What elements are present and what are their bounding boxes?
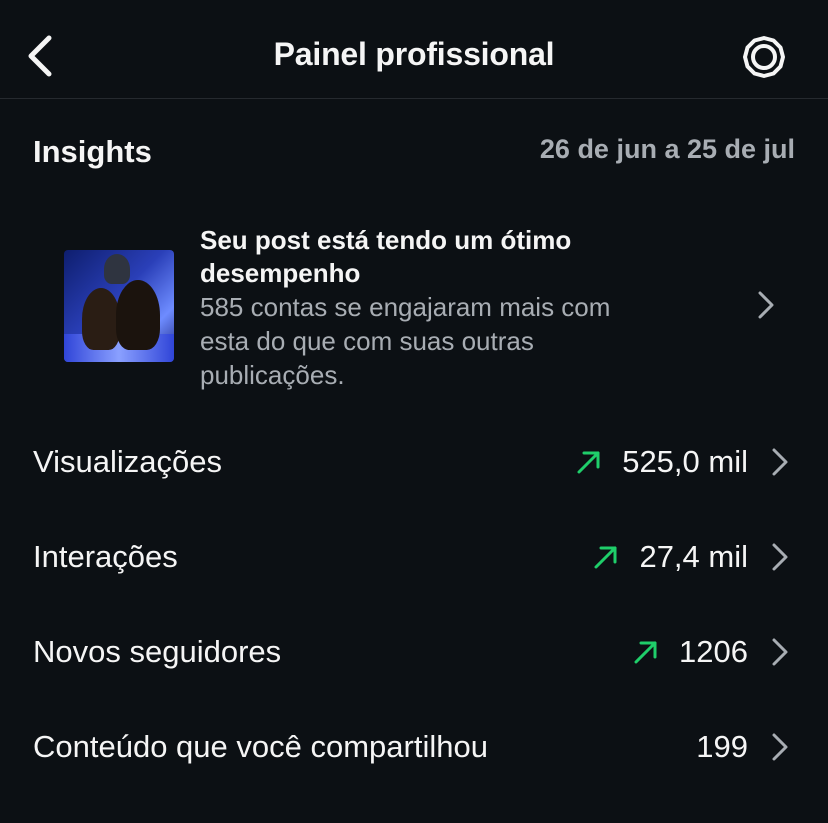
metric-label: Visualizações <box>33 444 222 479</box>
trend-up-icon <box>633 639 659 665</box>
post-description-line3: publicações. <box>200 360 345 390</box>
date-range-selector[interactable]: 26 de jun a 25 de jul <box>540 134 795 165</box>
metric-row-conteudo-compartilhado[interactable]: Conteúdo que você compartilhou 199 <box>0 700 828 795</box>
gear-icon <box>743 36 785 78</box>
header-bar: Painel profissional <box>0 0 828 99</box>
metric-value: 199 <box>696 729 748 764</box>
post-description-line2: esta do que com suas outras <box>200 326 534 356</box>
post-thumbnail <box>64 250 174 362</box>
page-title: Painel profissional <box>273 36 555 72</box>
insights-heading: Insights <box>33 134 152 169</box>
post-headline-line1: Seu post está tendo um ótimo <box>200 225 572 255</box>
metric-label: Conteúdo que você compartilhou <box>33 729 488 764</box>
metric-value: 525,0 mil <box>622 444 748 479</box>
metric-value: 27,4 mil <box>639 539 748 574</box>
post-highlight-card[interactable]: Seu post está tendo um ótimo desempenho … <box>0 215 828 395</box>
metric-value: 1206 <box>679 634 748 669</box>
metric-label: Novos seguidores <box>33 634 282 669</box>
metric-row-visualizacoes[interactable]: Visualizações 525,0 mil <box>0 415 828 510</box>
settings-button[interactable] <box>738 34 790 80</box>
chevron-right-icon <box>770 732 790 762</box>
metric-row-interacoes[interactable]: Interações 27,4 mil <box>0 510 828 605</box>
chevron-right-icon <box>756 290 776 320</box>
trend-up-icon <box>576 449 602 475</box>
metric-label: Interações <box>33 539 178 574</box>
post-headline-line2: desempenho <box>200 258 361 288</box>
post-description-line1: 585 contas se engajaram mais com <box>200 292 611 322</box>
chevron-right-icon <box>770 542 790 572</box>
trend-up-icon <box>593 544 619 570</box>
metric-row-novos-seguidores[interactable]: Novos seguidores 1206 <box>0 605 828 700</box>
chevron-right-icon <box>770 637 790 667</box>
chevron-right-icon <box>770 447 790 477</box>
